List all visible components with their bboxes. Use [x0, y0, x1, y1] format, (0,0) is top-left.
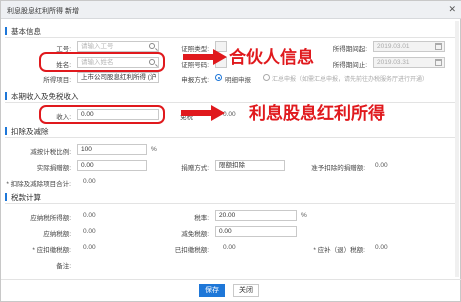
annotation-dividend-income: 利息股息红利所得	[249, 104, 385, 124]
search-icon[interactable]	[149, 43, 155, 49]
dialog-window: 利息股息红利所得 新增 ✕ 基本信息 工号: 请输入工号 姓名: 请输入姓名 所…	[0, 0, 461, 302]
dialog-title: 利息股息红利所得 新增	[7, 8, 79, 15]
tax-payable-label: 应纳税额:	[43, 231, 71, 238]
donation-allowed-value: 0.00	[375, 162, 388, 169]
remark-label: 备注:	[56, 263, 71, 270]
arrow-right-icon	[181, 105, 225, 121]
save-button[interactable]: 保存	[199, 284, 225, 297]
period-start-input[interactable]: 2019.03.01	[373, 41, 445, 52]
declare-option-detail: 明细申报	[225, 77, 251, 84]
calendar-icon[interactable]	[435, 59, 442, 66]
close-icon[interactable]: ✕	[448, 4, 456, 15]
work-id-input[interactable]: 请输入工号	[77, 41, 159, 52]
section-tax-calc: 税款计算	[5, 192, 41, 203]
section-deduction: 扣除及减除	[5, 126, 49, 137]
prepaid-label: 已扣缴税额:	[174, 247, 209, 254]
divider	[5, 37, 455, 38]
section-title: 税款计算	[11, 193, 41, 202]
section-title: 扣除及减除	[11, 127, 49, 136]
period-start-label: 所得期间起:	[332, 46, 367, 53]
declare-label: 申报方式:	[181, 77, 209, 84]
footer-divider	[1, 279, 461, 280]
period-end-label: 所得期间止:	[332, 62, 367, 69]
rate-label: 税率:	[194, 215, 209, 222]
annotation-box-income	[39, 105, 165, 124]
donation-actual-label: 实际捐赠额:	[36, 165, 71, 172]
donation-allowed-label: 准予扣除的捐赠额:	[311, 165, 365, 172]
divider	[5, 203, 455, 204]
project-select[interactable]: 上市公司股息红利所得 (沪	[77, 72, 159, 83]
scrollbar[interactable]	[455, 21, 459, 277]
relief-input[interactable]: 0.00	[215, 226, 297, 237]
divider	[5, 137, 455, 138]
deduction-total-value: 0.00	[83, 178, 96, 185]
section-title: 基本信息	[11, 27, 41, 36]
donation-method-label: 捐赠方式:	[181, 165, 209, 172]
refund-value: 0.00	[375, 244, 388, 251]
project-label: 所得项目:	[43, 77, 71, 84]
radio-detail-declare[interactable]	[215, 74, 222, 81]
section-basic-info: 基本信息	[5, 26, 41, 37]
tax-due-value: 0.00	[83, 244, 96, 251]
annotation-partner-info: 合伙人信息	[229, 48, 314, 68]
declare-option-summary: 汇总申报（如需汇总申报，请先前往办税服务厅进行开通）	[272, 77, 429, 83]
rate-unit: %	[301, 212, 307, 219]
dialog-titlebar: 利息股息红利所得 新增 ✕	[1, 1, 461, 19]
reduce-ratio-label: 减按计税比例:	[30, 149, 71, 156]
prepaid-value: 0.00	[223, 244, 236, 251]
arrow-right-icon	[183, 49, 227, 65]
deduction-total-label: * 扣除及减除项目合计:	[6, 181, 71, 188]
taxable-income-value: 0.00	[83, 212, 96, 219]
donation-method-select[interactable]: 限额扣除	[215, 160, 285, 171]
tax-payable-value: 0.00	[83, 228, 96, 235]
calendar-icon[interactable]	[435, 43, 442, 50]
rate-input[interactable]: 20.00	[215, 210, 297, 221]
close-button[interactable]: 关闭	[233, 284, 259, 297]
section-income: 本期收入及免税收入	[5, 91, 79, 102]
taxable-income-label: 应纳税所得额:	[30, 215, 71, 222]
reduce-ratio-unit: %	[151, 146, 157, 153]
refund-label: * 应补（退）税额:	[313, 247, 365, 254]
annotation-box-partner	[39, 52, 165, 72]
divider	[5, 102, 455, 103]
section-title: 本期收入及免税收入	[11, 92, 79, 101]
relief-label: 减免税额:	[181, 231, 209, 238]
period-end-input[interactable]: 2019.03.31	[373, 57, 445, 68]
radio-summary-declare[interactable]	[263, 74, 270, 81]
donation-actual-input[interactable]: 0.00	[77, 160, 147, 171]
tax-due-label: * 应扣缴税额:	[32, 247, 71, 254]
reduce-ratio-input[interactable]: 100	[77, 144, 147, 155]
